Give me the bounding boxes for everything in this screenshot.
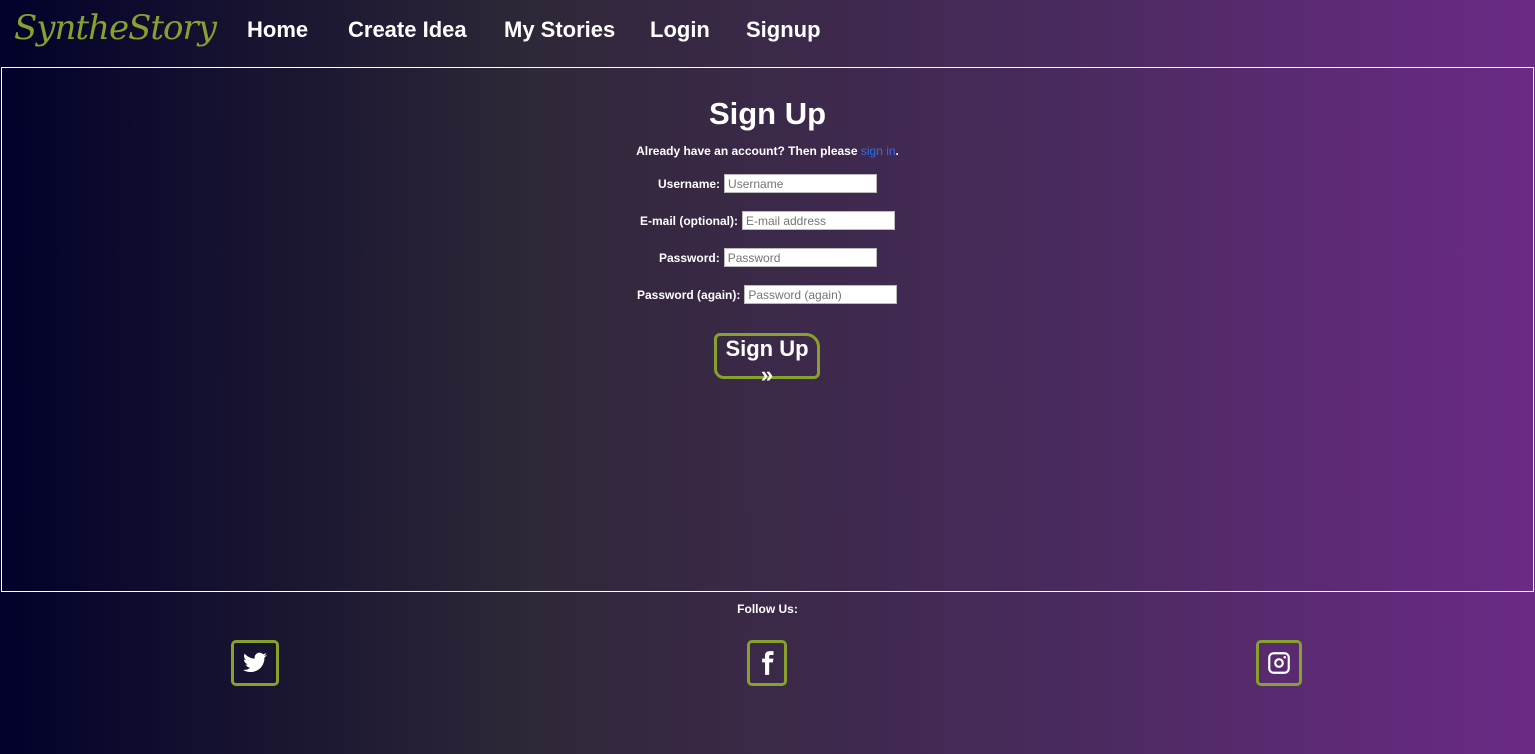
password-row: Password:: [659, 248, 877, 267]
nav-create-idea[interactable]: Create Idea: [348, 17, 467, 43]
facebook-link[interactable]: [747, 640, 787, 686]
username-row: Username:: [658, 174, 878, 193]
password-label: Password:: [659, 250, 720, 265]
signin-prompt-text: Already have an account? Then please: [636, 144, 861, 158]
email-label: E-mail (optional):: [640, 213, 738, 228]
signin-prompt: Already have an account? Then please sig…: [2, 144, 1533, 158]
nav-my-stories[interactable]: My Stories: [504, 17, 615, 43]
nav-home[interactable]: Home: [247, 17, 308, 43]
twitter-link[interactable]: [231, 640, 279, 686]
nav-login[interactable]: Login: [650, 17, 710, 43]
instagram-icon: [1268, 652, 1290, 674]
email-input[interactable]: [742, 211, 895, 230]
page-title: Sign Up: [708, 96, 827, 131]
signup-panel: Sign Up Already have an account? Then pl…: [1, 67, 1534, 592]
password-again-input[interactable]: [744, 285, 898, 304]
navbar: SyntheStory Home Create Idea My Stories …: [0, 0, 1535, 62]
email-row: E-mail (optional):: [640, 211, 895, 230]
twitter-icon: [243, 652, 267, 672]
facebook-icon: [762, 651, 774, 675]
follow-us-label: Follow Us:: [737, 602, 798, 616]
password-again-label: Password (again):: [637, 287, 741, 302]
signup-submit-button[interactable]: Sign Up »: [714, 333, 820, 387]
password-again-row: Password (again):: [637, 285, 898, 304]
nav-signup[interactable]: Signup: [746, 17, 821, 43]
username-label: Username:: [658, 176, 721, 191]
signin-prompt-end: .: [895, 144, 899, 158]
password-input[interactable]: [723, 248, 877, 267]
instagram-link[interactable]: [1256, 640, 1302, 686]
signin-link[interactable]: sign in: [861, 144, 896, 158]
brand-logo[interactable]: SyntheStory: [14, 8, 217, 48]
username-input[interactable]: [724, 174, 878, 193]
